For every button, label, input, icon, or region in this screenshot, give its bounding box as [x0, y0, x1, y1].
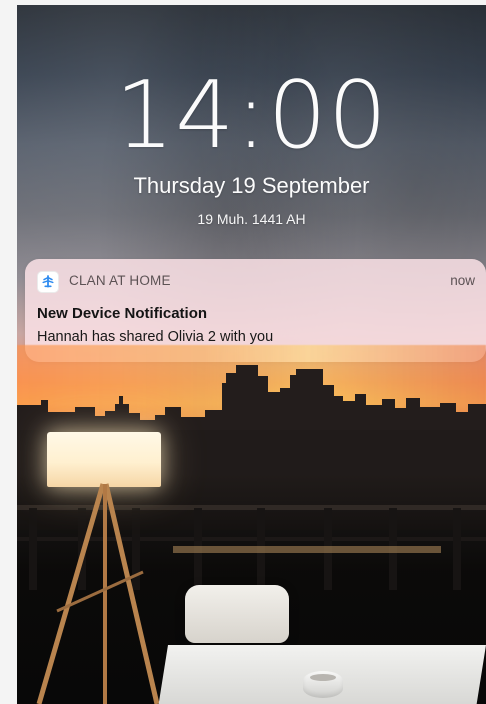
hijri-date: 19 Muh. 1441 AH	[197, 211, 306, 227]
notification-card[interactable]: CLAN AT HOME now New Device Notification…	[25, 259, 486, 362]
notification-title: New Device Notification	[37, 305, 208, 322]
notification-app-name: CLAN AT HOME	[69, 273, 171, 288]
terrace-chair	[185, 585, 289, 643]
notification-header: CLAN AT HOME now	[37, 271, 475, 293]
floor-lamp-shade	[47, 432, 161, 487]
lock-screen-date: Thursday 19 September	[133, 173, 370, 198]
page-frame: 14:00 Thursday 19 September 19 Muh. 1441…	[0, 0, 486, 704]
clock-time: 14:00	[114, 61, 388, 169]
lock-screen: 14:00 Thursday 19 September 19 Muh. 1441…	[17, 5, 486, 704]
notification-body: Hannah has shared Olivia 2 with you	[37, 329, 274, 345]
clan-at-home-icon	[37, 271, 59, 293]
terrace-railing	[17, 505, 486, 590]
table-cup	[303, 671, 343, 698]
notification-time: now	[450, 273, 475, 288]
